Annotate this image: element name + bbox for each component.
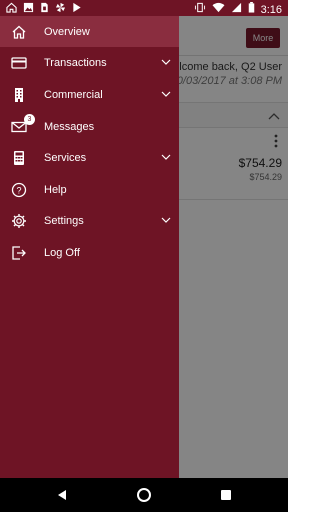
wifi-icon xyxy=(212,2,225,17)
nav-item-messages[interactable]: 3 Messages xyxy=(0,111,179,142)
clock: 3:16 xyxy=(260,3,282,16)
nav-label: Commercial xyxy=(44,88,103,101)
unread-count-badge: 3 xyxy=(24,114,35,125)
help-icon: ? xyxy=(10,181,28,199)
recent-apps-icon[interactable] xyxy=(216,485,236,505)
image-icon xyxy=(23,2,34,17)
nav-item-overview[interactable]: Overview xyxy=(0,16,179,47)
home-icon xyxy=(6,2,17,17)
system-navigation-bar xyxy=(0,478,288,512)
credit-card-icon xyxy=(10,54,28,72)
nav-label: Messages xyxy=(44,120,95,133)
nav-label: Overview xyxy=(44,25,90,38)
chevron-down-icon[interactable] xyxy=(161,57,171,68)
home-button-icon[interactable] xyxy=(134,485,154,505)
chevron-down-icon[interactable] xyxy=(161,89,171,100)
calculator-icon xyxy=(10,149,28,167)
chevron-down-icon[interactable] xyxy=(161,215,171,226)
battery-icon xyxy=(248,2,255,17)
back-icon[interactable] xyxy=(52,485,72,505)
nav-label: Help xyxy=(44,183,67,196)
pinwheel-icon xyxy=(55,2,66,17)
nav-label: Settings xyxy=(44,214,84,227)
navigation-drawer: Overview Transactions Commercial 3 Messa… xyxy=(0,16,179,478)
nav-label: Services xyxy=(44,151,87,164)
home-icon xyxy=(10,23,28,41)
nav-item-log-off[interactable]: Log Off xyxy=(0,237,179,268)
status-bar: 3:16 xyxy=(0,0,288,16)
play-store-icon xyxy=(72,2,82,17)
nav-item-help[interactable]: ? Help xyxy=(0,174,179,205)
signal-icon xyxy=(231,2,242,17)
nav-item-settings[interactable]: Settings xyxy=(0,205,179,236)
nav-label: Log Off xyxy=(44,246,80,259)
nav-item-services[interactable]: Services xyxy=(0,142,179,173)
nav-item-commercial[interactable]: Commercial xyxy=(0,79,179,110)
vibrate-icon xyxy=(194,2,206,17)
sim-icon xyxy=(40,2,49,17)
nav-item-transactions[interactable]: Transactions xyxy=(0,47,179,78)
chevron-down-icon[interactable] xyxy=(161,152,171,163)
svg-text:?: ? xyxy=(16,185,21,195)
gear-icon xyxy=(10,212,28,230)
nav-label: Transactions xyxy=(44,56,107,69)
logout-icon xyxy=(10,244,28,262)
building-icon xyxy=(10,86,28,104)
